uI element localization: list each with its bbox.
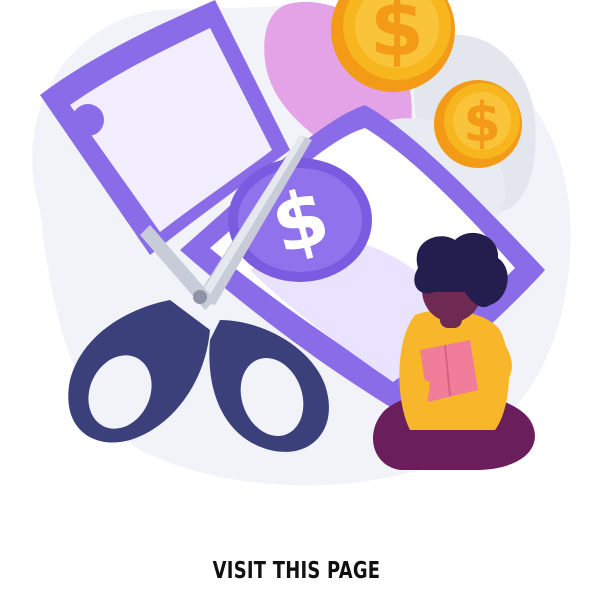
page: $ $ $ VISIT THIS PAGE [0,0,593,594]
coin-dollar-sign: $ [463,91,501,154]
coin-dollar-sign: $ [370,0,424,74]
gold-coin-small: $ [434,80,522,168]
cut-money-illustration: $ $ $ [32,0,571,486]
visit-page-link[interactable]: VISIT THIS PAGE [65,558,528,584]
